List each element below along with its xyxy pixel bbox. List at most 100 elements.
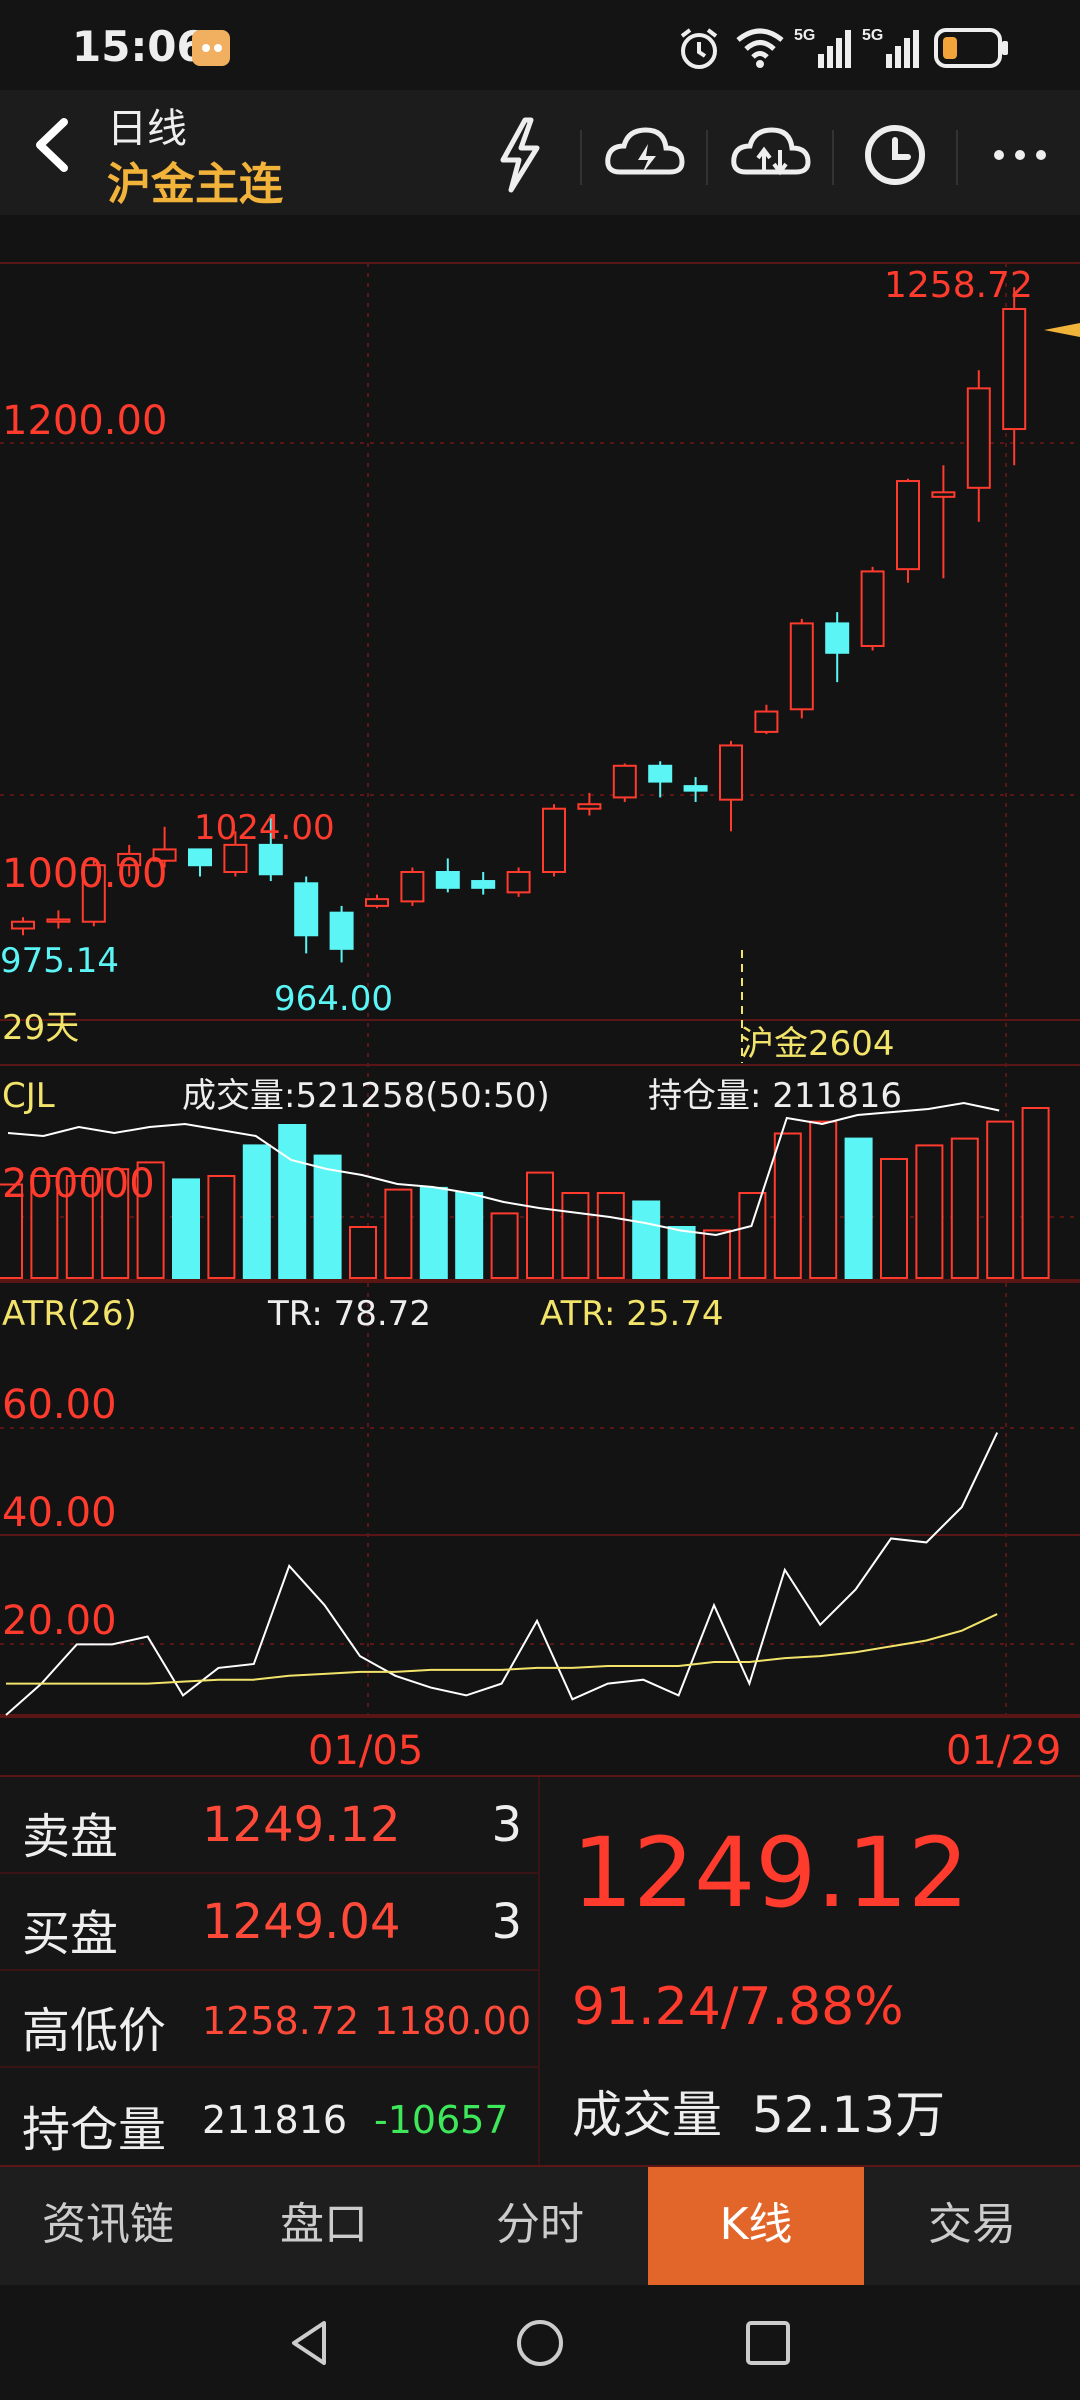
price-label-964: 964.00 [274,979,393,1019]
more-button[interactable] [975,110,1065,200]
svg-text:5G: 5G [862,27,883,44]
candle-body [719,744,743,801]
volume-bar [773,1132,802,1279]
lightning-button[interactable] [475,110,565,200]
price-label-975: 975.14 [0,941,119,981]
candle-body [1002,307,1027,431]
atr-title: ATR(26) [2,1294,137,1334]
volume-bar [880,1158,908,1279]
atr-axis-20: 20.00 [2,1598,117,1644]
kline-chart[interactable]: 1258.72 1200.00 1024.00 1000.00 975.14 9… [0,215,1080,1775]
volume-value: 52.13万 [752,2086,946,2144]
volume-bar [809,1120,838,1279]
tab-trade[interactable]: 交易 [864,2167,1080,2287]
volume-axis-label: 200000 [2,1161,155,1207]
open-interest-text: 持仓量: 211816 [648,1076,902,1116]
volume-bar [526,1171,554,1279]
circle-home-icon [517,2320,563,2366]
volume-bar [915,1144,944,1280]
volume-bar [419,1186,448,1280]
nav-separator [580,130,582,185]
bid-label: 买盘 [22,1906,119,1962]
candle-body [365,898,389,907]
triangle-back-icon [292,2321,326,2365]
tab-intraday[interactable]: 分时 [432,2167,648,2287]
candle-body [577,803,602,810]
volume-bar [455,1192,484,1279]
volume-label: 成交量 [572,2086,722,2144]
volume-bar [207,1175,236,1279]
nav-separator [956,130,958,185]
candle-body [789,622,814,711]
back-button[interactable] [20,110,90,180]
price-label-1258: 1258.72 [884,265,1033,306]
system-back-button[interactable] [280,2313,340,2373]
candle-body [683,785,708,792]
contract-label: 沪金2604 [740,1024,895,1064]
system-recents-button[interactable] [738,2313,798,2373]
system-home-button[interactable] [510,2313,570,2373]
kline-chart-area[interactable]: 1258.72 1200.00 1024.00 1000.00 975.14 9… [0,215,1080,1775]
alarm-icon [676,26,722,76]
app-notification-icon [190,26,234,74]
bottom-tab-bar: 资讯链 盘口 分时 K线 交易 [0,2165,1080,2287]
atr-axis-60: 60.00 [2,1382,117,1428]
candle-body [542,807,566,873]
volume-bar [632,1200,661,1279]
tab-kline[interactable]: K线 [648,2167,864,2287]
bid-row[interactable]: 买盘 1249.04 3 [0,1874,540,1971]
volume-bar [561,1192,590,1279]
candle-body [11,920,35,930]
candle-body [896,480,920,571]
instrument-title: 沪金主连 [107,159,283,210]
quote-divider [538,1777,540,2167]
candle-body [931,491,956,498]
candle-body [648,764,673,783]
price-label-1200: 1200.00 [2,398,167,444]
candle-body [400,871,425,903]
history-button[interactable] [850,110,940,200]
ask-qty: 3 [491,1797,522,1853]
atr-axis-40: 40.00 [2,1490,117,1536]
cloud-lightning-button[interactable] [600,110,690,200]
candle-body [188,848,212,867]
low-price: 1180.00 [374,1999,532,2043]
cellular-signal-icon-1: 5G [794,24,852,74]
volume-bar [738,1192,767,1279]
volume-bar [384,1188,413,1279]
open-interest-row: 持仓量 211816 -10657 [0,2068,540,2165]
bid-qty: 3 [491,1894,522,1950]
tab-order-book[interactable]: 盘口 [216,2167,432,2287]
quote-panel: 卖盘 1249.12 3 买盘 1249.04 3 高低价 1258.72 11… [0,1775,1080,2167]
atr-text: ATR: 25.74 [540,1294,724,1334]
volume-bar [950,1137,979,1279]
nav-separator [832,130,834,185]
candle-body [471,880,496,889]
open-interest-change: -10657 [374,2098,509,2142]
cloud-sync-icon [731,127,811,176]
more-icon [994,150,1046,160]
high-low-row: 高低价 1258.72 1180.00 [0,1971,540,2068]
candle-body [612,764,637,799]
volume-bar [278,1124,307,1279]
ask-price: 1249.12 [202,1797,401,1853]
volume-bar [703,1229,731,1280]
candle-body [860,570,885,648]
back-icon [36,118,68,172]
date-label-0129: 01/29 [946,1728,1061,1774]
volume-bar [844,1137,873,1279]
volume-bar [349,1226,377,1279]
tab-news[interactable]: 资讯链 [0,2167,216,2287]
volume-bar [172,1178,200,1280]
ask-row[interactable]: 卖盘 1249.12 3 [0,1777,540,1874]
battery-icon [934,28,1010,72]
last-price: 1249.12 [572,1817,969,1929]
open-interest-label: 持仓量 [22,2102,167,2158]
high-low-label: 高低价 [22,2003,167,2059]
price-label-1000: 1000.00 [2,851,167,897]
cloud-sync-button[interactable] [726,110,816,200]
candle-body [223,843,248,874]
candle-body [754,710,779,733]
candle-body [46,918,71,923]
candle-body [966,387,991,489]
